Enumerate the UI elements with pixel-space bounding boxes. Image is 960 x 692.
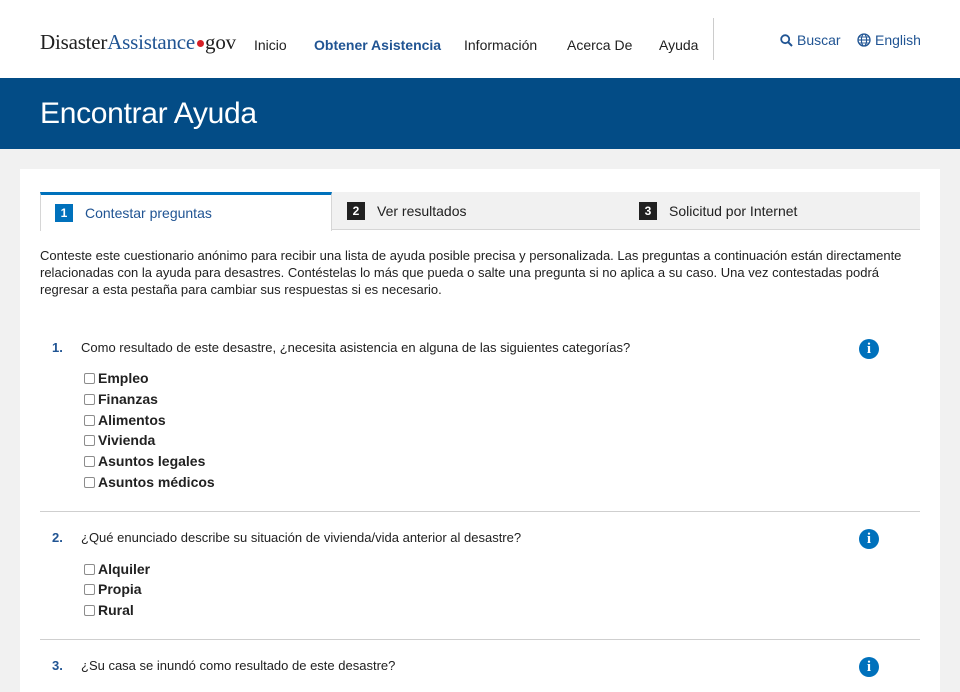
checkbox-option[interactable]: Rural [84, 600, 134, 620]
question-text: ¿Su casa se inundó como resultado de est… [81, 658, 396, 673]
checkbox[interactable] [84, 434, 95, 446]
search-link[interactable]: Buscar [780, 32, 841, 48]
page-title: Encontrar Ayuda [40, 97, 257, 130]
tab-solicitud-por-internet[interactable]: 3 Solicitud por Internet [639, 192, 797, 230]
intro-text: Conteste este cuestionario anónimo para … [40, 248, 902, 297]
tab-ver-resultados[interactable]: 2 Ver resultados [347, 192, 467, 230]
tab-label: Ver resultados [377, 203, 467, 219]
checkbox[interactable] [84, 393, 95, 405]
checkbox-option[interactable]: Vivienda [84, 430, 155, 450]
tab-step-number: 3 [639, 202, 657, 220]
site-header: DisasterAssistance gov Inicio Obtener Asi… [0, 0, 960, 78]
tab-contestar-preguntas[interactable]: 1 Contestar preguntas [40, 192, 332, 231]
checkbox-option[interactable]: Finanzas [84, 389, 158, 409]
language-label: English [875, 32, 921, 48]
checkbox-option[interactable]: Propia [84, 579, 142, 599]
checkbox[interactable] [84, 476, 95, 488]
checkbox-option[interactable]: Asuntos legales [84, 451, 205, 471]
info-icon[interactable]: i [859, 339, 879, 359]
page-banner: Encontrar Ayuda [0, 78, 960, 149]
checkbox[interactable] [84, 455, 95, 467]
checkbox-option[interactable]: Alquiler [84, 559, 150, 579]
search-label: Buscar [797, 32, 841, 48]
globe-icon [857, 33, 871, 47]
nav-informacion[interactable]: Información [464, 37, 537, 53]
checkbox-option[interactable]: Alimentos [84, 410, 166, 430]
tab-step-number: 2 [347, 202, 365, 220]
checkbox-option[interactable]: Empleo [84, 368, 149, 388]
checkbox-option[interactable]: Asuntos médicos [84, 472, 215, 492]
question-divider [40, 511, 920, 512]
nav-ayuda[interactable]: Ayuda [659, 37, 698, 53]
nav-inicio[interactable]: Inicio [254, 37, 287, 53]
step-tabs: 1 Contestar preguntas 2 Ver resultados 3… [40, 192, 920, 231]
info-icon[interactable]: i [859, 529, 879, 549]
question-divider [40, 639, 920, 640]
checkbox[interactable] [84, 604, 95, 616]
question-text: Como resultado de este desastre, ¿necesi… [81, 340, 631, 355]
question-number: 1. [52, 340, 63, 355]
checkbox[interactable] [84, 372, 95, 384]
checkbox[interactable] [84, 563, 95, 575]
tab-label: Solicitud por Internet [669, 203, 798, 219]
tab-step-number: 1 [55, 204, 73, 222]
tab-label: Contestar preguntas [85, 205, 212, 221]
nav-acerca-de[interactable]: Acerca De [567, 37, 632, 53]
info-icon[interactable]: i [859, 657, 879, 677]
question-number: 2. [52, 530, 63, 545]
nav-obtener-asistencia[interactable]: Obtener Asistencia [314, 37, 441, 53]
search-icon [780, 33, 793, 47]
question-text: ¿Qué enunciado describe su situación de … [81, 530, 522, 545]
language-link[interactable]: English [857, 32, 921, 48]
nav-divider [713, 18, 714, 60]
site-logo[interactable]: DisasterAssistance gov [40, 30, 236, 55]
checkbox[interactable] [84, 414, 95, 426]
logo-dot [197, 39, 205, 47]
checkbox[interactable] [84, 583, 95, 595]
question-number: 3. [52, 658, 63, 673]
